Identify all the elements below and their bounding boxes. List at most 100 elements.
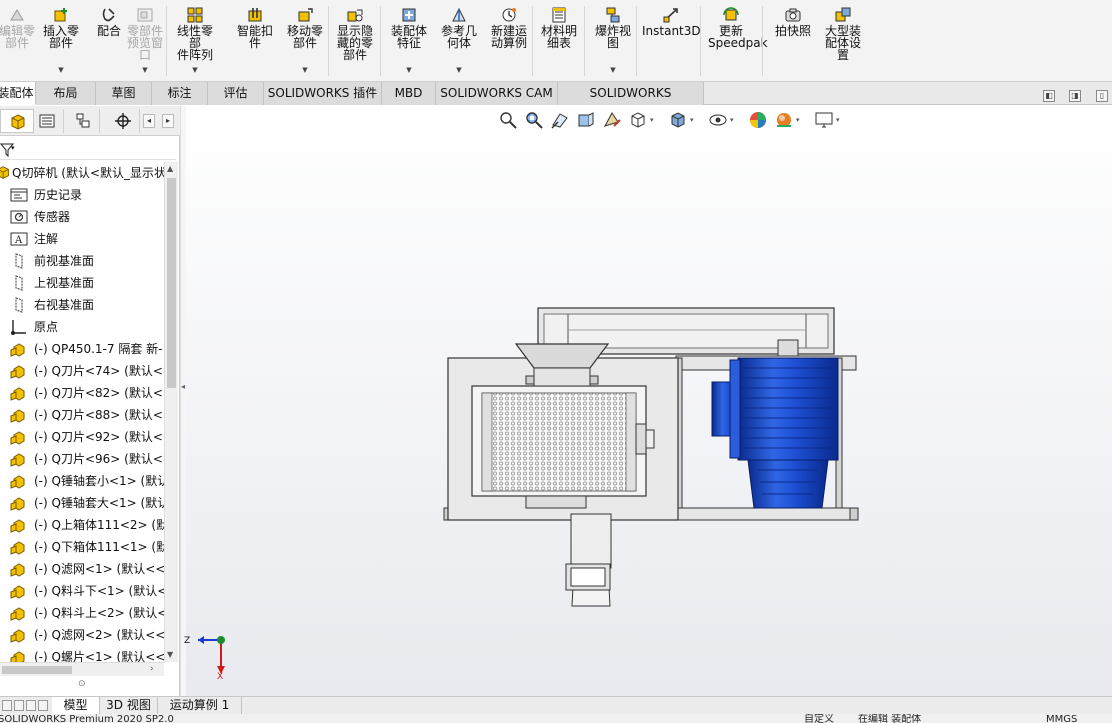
move-component-icon (296, 6, 314, 24)
tree-item-label: (-) Q下箱体111<1> (默 (34, 540, 164, 554)
ribbon-button-insert-component[interactable]: 插入零 部件 ▼ (38, 4, 84, 78)
dimxpert-manager-tab[interactable] (106, 109, 140, 133)
scroll-down-icon[interactable]: ▼ (167, 650, 173, 659)
component-preview-icon (136, 6, 154, 24)
tree-item[interactable]: (-) Q锤轴套大<1> (默认 (0, 492, 164, 514)
plane-icon (10, 253, 28, 269)
restore-window-icon[interactable]: ◧ (1043, 90, 1055, 102)
large-assembly-settings-icon (834, 6, 852, 24)
ribbon-button-smart-fasteners[interactable]: 智能扣 件 (232, 4, 278, 78)
svg-text:A: A (14, 235, 23, 246)
scroll-up-icon[interactable]: ▲ (167, 164, 173, 173)
tree-item[interactable]: (-) Q下箱体111<1> (默 (0, 536, 164, 558)
tree-item[interactable]: (-) Q刀片<88> (默认<< (0, 404, 164, 426)
tree-item[interactable]: A 注解 (0, 228, 164, 250)
tab-scroll-right-icon[interactable]: ▸ (162, 114, 174, 128)
property-manager-tab[interactable] (30, 109, 64, 133)
tab-8[interactable]: SOLIDWORKS Inspection (558, 82, 704, 122)
configuration-manager-tab[interactable] (66, 109, 100, 133)
tree-item[interactable]: (-) Q料斗下<1> (默认< (0, 580, 164, 602)
ribbon-button-label: 新建运 动算例 (490, 24, 527, 50)
tree-item[interactable]: (-) Q刀片<74> (默认<< (0, 360, 164, 382)
tree-root-assembly[interactable]: Q切碎机 (默认<默认_显示状 (0, 162, 164, 184)
tree-item[interactable]: 历史记录 (0, 184, 164, 206)
feature-manager-tab[interactable] (0, 109, 34, 133)
tree-vertical-scrollbar[interactable]: ▲ ▼ (164, 162, 178, 662)
tree-item-label: (-) Q料斗下<1> (默认< (34, 584, 164, 598)
tree-item[interactable]: (-) Q滤网<1> (默认<<默 (0, 558, 164, 580)
command-manager-tabs: 装配体 布局 草图 标注 评估 SOLIDWORKS 插件 MBD SOLIDWORKS CA… (0, 82, 1112, 122)
tab-5[interactable]: SOLIDWORKS 插件 (264, 82, 382, 105)
solidworks-window: 编辑零 部件 插入零 部件 ▼ 配合 零部件 预览窗 口 ▼ 线性零部 件阵列 ▼ 智能扣 件移… (0, 0, 1112, 723)
ribbon-button-edit-component[interactable]: 编辑零 部件 (0, 4, 40, 78)
tab-7[interactable]: SOLIDWORKS CAM (436, 82, 558, 105)
tab-3[interactable]: 标注 (152, 82, 208, 105)
tree-item[interactable]: 前视基准面 (0, 250, 164, 272)
ribbon-button-snapshot[interactable]: 拍快照 (770, 4, 816, 78)
ribbon-button-update-speedpak[interactable]: 更新 Speedpak (708, 4, 768, 78)
scroll-right-icon[interactable]: › (150, 664, 154, 674)
tree-item-label: 上视基准面 (34, 276, 95, 290)
chevron-down-icon[interactable]: ▼ (610, 66, 615, 74)
chevron-down-icon[interactable]: ▼ (456, 66, 461, 74)
tree-item[interactable]: (-) Q刀片<96> (默认<< (0, 448, 164, 470)
last-tab-icon[interactable] (38, 700, 48, 711)
bottom-tab-2[interactable]: 运动算例 1 (158, 697, 242, 715)
filter-dropdown-icon[interactable]: ▾ (11, 144, 15, 152)
tree-item[interactable]: 原点 (0, 316, 164, 338)
graphics-area[interactable]: ▾ ▾ ▾ ▾ ▾ Z X (184, 106, 1112, 696)
tree-item[interactable]: (-) Q滤网<2> (默认<<默 (0, 624, 164, 646)
scroll-thumb[interactable] (167, 178, 176, 388)
maximize-window-icon[interactable]: ◨ (1069, 90, 1081, 102)
tree-item[interactable]: (-) QP450.1-7 隔套 新- (0, 338, 164, 360)
tree-item[interactable]: (-) Q刀片<92> (默认<< (0, 426, 164, 448)
prev-tab-icon[interactable] (14, 700, 24, 711)
electric-motor[interactable] (711, 357, 839, 509)
tab-4[interactable]: 评估 (208, 82, 264, 105)
tree-item[interactable]: 传感器 (0, 206, 164, 228)
chevron-down-icon[interactable]: ▼ (58, 66, 63, 74)
tree-horizontal-scrollbar[interactable]: › (0, 662, 164, 676)
chevron-down-icon[interactable]: ▼ (302, 66, 307, 74)
shredder-assembly-model[interactable] (186, 106, 1112, 696)
chevron-down-icon[interactable]: ▼ (406, 66, 411, 74)
tab-0[interactable]: 装配体 (0, 82, 36, 105)
ribbon-button-new-motion-study[interactable]: 新建运 动算例 (486, 4, 532, 78)
ribbon-separator (166, 6, 167, 76)
chevron-down-icon[interactable]: ▼ (192, 66, 197, 74)
tree-item[interactable]: 上视基准面 (0, 272, 164, 294)
ribbon-button-instant3d[interactable]: Instant3D (642, 4, 701, 78)
tree-filter[interactable]: ▾ (0, 138, 176, 160)
collapse-panel-icon[interactable]: ◂ (181, 382, 185, 391)
bottom-tab-1[interactable]: 3D 视图 (100, 697, 158, 715)
ribbon-button-exploded-view[interactable]: 爆炸视 图 ▼ (590, 4, 636, 78)
tab-2[interactable]: 草图 (96, 82, 152, 105)
ribbon-button-assembly-features[interactable]: 装配体 特征 ▼ (386, 4, 432, 78)
tree-item[interactable]: 右视基准面 (0, 294, 164, 316)
tree-item[interactable]: (-) Q锤轴套小<1> (默认 (0, 470, 164, 492)
ribbon-button-move-component[interactable]: 移动零 部件 ▼ (282, 4, 328, 78)
tree-item[interactable]: (-) Q螺片<1> (默认<< (0, 646, 164, 662)
manager-tabs: ◂ ▸ (0, 106, 180, 136)
close-pane-icon[interactable]: ▯ (1096, 90, 1108, 102)
tree-item[interactable]: (-) Q料斗上<2> (默认< (0, 602, 164, 624)
tree-item[interactable]: (-) Q上箱体111<2> (默 (0, 514, 164, 536)
first-tab-icon[interactable] (2, 700, 12, 711)
ribbon-button-show-hidden[interactable]: 显示隐 藏的零 部件 (332, 4, 378, 78)
tab-6[interactable]: MBD (382, 82, 436, 105)
ribbon-button-bill-of-materials[interactable]: 材料明 细表 (536, 4, 582, 78)
tab-scroll-left-icon[interactable]: ◂ (143, 114, 155, 128)
tab-1[interactable]: 布局 (36, 82, 96, 105)
bottom-tab-0[interactable]: 模型 (52, 697, 100, 715)
horizontal-scroll-thumb[interactable] (2, 666, 72, 674)
annotation-icon: A (10, 231, 28, 247)
next-tab-icon[interactable] (26, 700, 36, 711)
chevron-down-icon[interactable]: ▼ (142, 66, 147, 74)
discharge-chute[interactable] (565, 513, 612, 607)
ribbon-button-reference-geometry[interactable]: 参考几 何体 ▼ (436, 4, 482, 78)
ribbon-button-label: 移动零 部件 (286, 24, 323, 50)
ribbon-button-component-preview[interactable]: 零部件 预览窗 口 ▼ (122, 4, 168, 78)
tree-item[interactable]: (-) Q刀片<82> (默认<< (0, 382, 164, 404)
ribbon-button-large-assembly-settings[interactable]: 大型装 配体设 置 (820, 4, 866, 78)
ribbon-button-linear-pattern[interactable]: 线性零部 件阵列 ▼ (172, 4, 218, 78)
